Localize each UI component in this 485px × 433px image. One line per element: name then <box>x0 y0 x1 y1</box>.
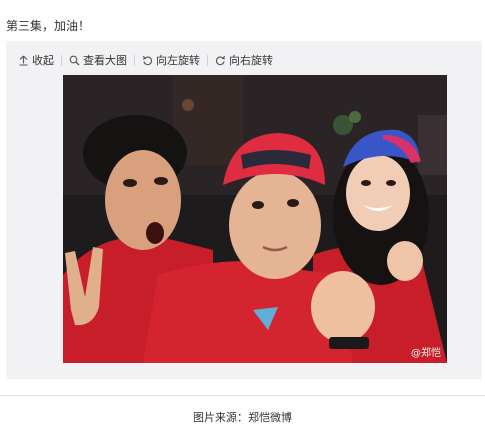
rotate-left-label: 向左旋转 <box>156 54 200 67</box>
toolbar-divider <box>134 54 135 66</box>
post-text: 第三集，加油！ <box>6 19 91 33</box>
caption-divider <box>0 395 485 396</box>
image-source-caption: 图片来源：郑恺微博 <box>193 411 292 424</box>
photo-watermark: @郑恺 <box>411 348 441 359</box>
collapse-label: 收起 <box>32 54 54 67</box>
group-selfie-photo[interactable]: @郑恺 <box>63 75 447 363</box>
photo-illustration <box>63 75 447 363</box>
view-large-button[interactable]: 查看大图 <box>69 53 127 67</box>
collapse-button[interactable]: 收起 <box>18 53 54 67</box>
rotate-right-icon <box>215 55 226 66</box>
view-large-label: 查看大图 <box>83 54 127 67</box>
toolbar-divider <box>207 54 208 66</box>
image-toolbar: 收起 查看大图 向左旋转 向右旋转 <box>18 53 273 67</box>
rotate-left-icon <box>142 55 153 66</box>
arrow-up-icon <box>18 55 29 66</box>
rotate-left-button[interactable]: 向左旋转 <box>142 53 200 67</box>
magnifier-icon <box>69 55 80 66</box>
toolbar-divider <box>61 54 62 66</box>
rotate-right-button[interactable]: 向右旋转 <box>215 53 273 67</box>
rotate-right-label: 向右旋转 <box>229 54 273 67</box>
media-container: 收起 查看大图 向左旋转 向右旋转 @郑恺 <box>6 41 482 379</box>
